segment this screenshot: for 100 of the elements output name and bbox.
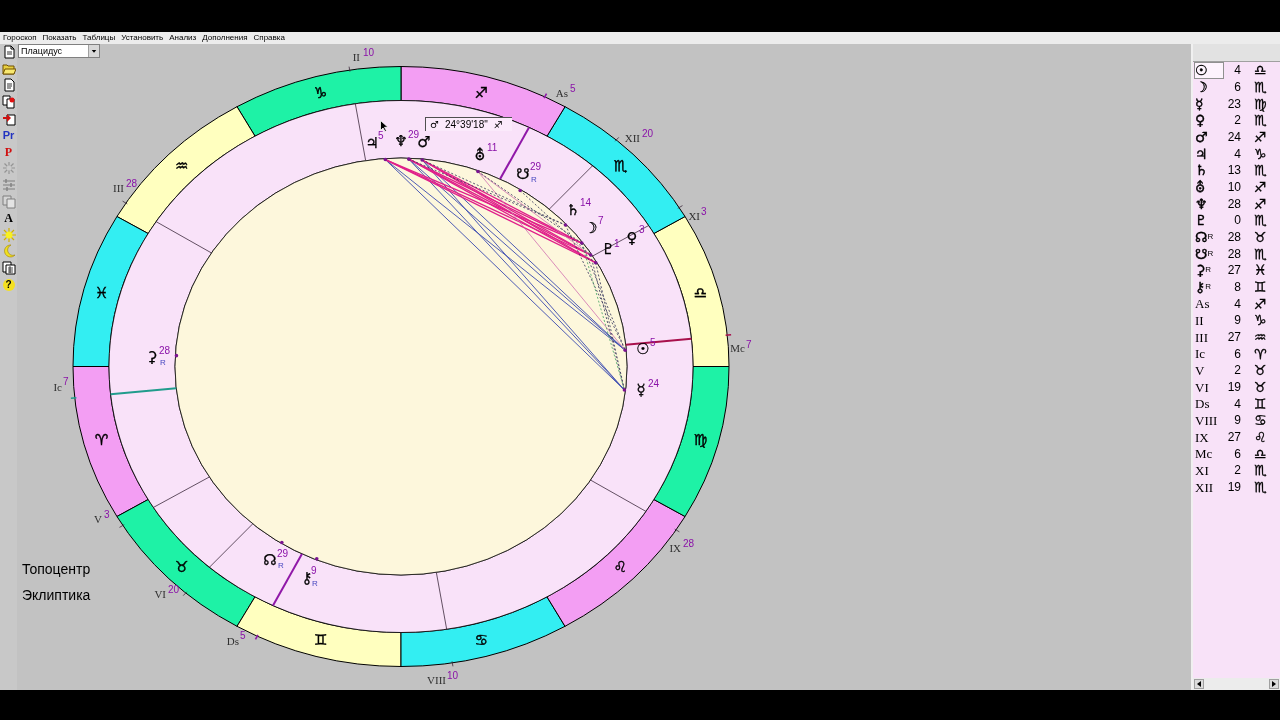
cusp-label: XI	[688, 210, 700, 222]
menu-item[interactable]: Дополнения	[202, 33, 248, 43]
caret-right-icon	[1272, 681, 1276, 687]
sign-symbol: ♏	[1254, 463, 1267, 478]
point-symbol: ☿	[1195, 96, 1204, 111]
planet-dot	[174, 353, 179, 358]
planet-symbol: ☊	[263, 551, 277, 569]
cusp-degree: 7	[63, 376, 69, 387]
sign-symbol: ♋	[1254, 413, 1267, 428]
zodiac-sign-symbol: ♑	[314, 84, 328, 103]
sign-symbol: ♉	[1254, 363, 1267, 378]
toolbar-button[interactable]	[0, 259, 17, 277]
point-cell[interactable]: XII	[1194, 478, 1224, 496]
point-cell[interactable]: Ds	[1194, 395, 1224, 413]
point-cell[interactable]: Mc	[1194, 445, 1224, 463]
sign-symbol: ♒	[1254, 330, 1267, 345]
point-symbol: ♀	[1195, 113, 1206, 128]
cusp-degree: 20	[642, 128, 654, 139]
cusp-label: IX	[669, 542, 681, 554]
point-cell[interactable]: ♄	[1194, 162, 1224, 179]
sign-symbol: ♑	[1254, 313, 1267, 328]
cusp-degree: 5	[570, 83, 576, 94]
planet-dot	[588, 253, 593, 257]
planet-dot	[383, 157, 388, 162]
point-symbol: VIII	[1195, 413, 1218, 427]
sign-symbol: ♏	[1254, 163, 1267, 178]
retrograde-mark: R	[531, 175, 537, 184]
point-cell[interactable]: ♃	[1194, 145, 1224, 163]
planet-dot	[420, 158, 424, 162]
point-cell[interactable]: VI	[1194, 378, 1224, 396]
zodiac-sign-symbol: ♓	[94, 284, 109, 303]
toolbar-button[interactable]: A	[0, 209, 17, 227]
cusp-tick	[122, 200, 128, 205]
planet-symbol: ♂	[430, 118, 439, 131]
point-cell[interactable]: ☿	[1194, 95, 1224, 112]
toolbar-button[interactable]	[0, 93, 17, 111]
point-cell[interactable]: As	[1194, 295, 1224, 313]
cusp-degree: 20	[168, 584, 180, 595]
cusp-degree: 28	[683, 538, 695, 549]
point-symbol: ⛢	[1195, 180, 1206, 195]
zodiac-sign-symbol: ♒	[175, 157, 189, 176]
degree-value: 24	[1226, 131, 1241, 143]
cusp-label: VI	[154, 588, 166, 600]
mouse-pointer-icon	[380, 120, 388, 132]
retrograde-mark: R	[1207, 249, 1214, 258]
house-cusp-line	[354, 103, 367, 161]
cusp-degree: 5	[240, 630, 246, 641]
point-cell[interactable]: II	[1194, 312, 1224, 329]
point-cell[interactable]: Ic	[1194, 345, 1224, 363]
point-cell[interactable]: ♂	[1194, 128, 1224, 146]
point-cell[interactable]: V	[1194, 362, 1224, 379]
sign-symbol: ♎	[1254, 63, 1267, 78]
point-cell[interactable]: ♆	[1194, 195, 1224, 213]
point-cell[interactable]: IX	[1194, 428, 1224, 446]
point-cell[interactable]: ⛢	[1194, 178, 1224, 196]
point-cell[interactable]: XI	[1194, 462, 1224, 479]
position-text: 24°39'18"	[444, 118, 488, 131]
zodiac-sign-symbol: ♏	[613, 157, 627, 176]
toolbar-button[interactable]: Pr	[0, 126, 17, 144]
menu-item[interactable]: Показать	[42, 33, 77, 43]
planet-symbol: ☽	[584, 219, 598, 237]
point-cell[interactable]: ☽	[1194, 78, 1224, 96]
horizontal-scrollbar[interactable]	[1193, 678, 1280, 690]
document-grid-icon	[1, 261, 16, 275]
point-cell[interactable]: ♇	[1194, 212, 1224, 229]
document-arrow-icon	[1, 111, 16, 126]
menu-item[interactable]: Анализ	[169, 33, 197, 43]
sign-symbol: ♏	[1254, 113, 1267, 128]
menu-item[interactable]: Гороскоп	[3, 33, 37, 43]
document-stack-icon	[1, 95, 16, 110]
retrograde-mark: R	[1207, 233, 1214, 242]
sign-symbol: ♈	[1254, 346, 1267, 361]
cusp-degree: 7	[746, 339, 752, 350]
point-symbol: Mc	[1195, 447, 1213, 461]
sign-symbol: ♏	[1254, 80, 1267, 94]
menu-item[interactable]: Установить	[121, 33, 164, 43]
cusp-tick	[70, 396, 78, 400]
scroll-left-button[interactable]	[1194, 679, 1204, 689]
burst-icon	[1, 161, 16, 176]
point-cell[interactable]: VIII	[1194, 412, 1224, 429]
menu-item[interactable]: Таблицы	[82, 33, 116, 43]
menu-item[interactable]: Справка	[253, 33, 285, 43]
zodiac-sign-symbol: ♐	[474, 84, 488, 103]
degree-value: 2	[1233, 114, 1241, 127]
planet-degree: 1	[614, 238, 620, 249]
scroll-right-button[interactable]	[1269, 679, 1279, 689]
point-symbol: XI	[1195, 463, 1209, 477]
point-cell[interactable]: ☉	[1194, 62, 1224, 79]
cusp-tick	[348, 66, 351, 73]
point-symbol: ⚳	[1195, 263, 1206, 278]
point-cell[interactable]: ♀	[1194, 112, 1224, 129]
point-cell[interactable]: III	[1194, 328, 1224, 346]
degree-value: 2	[1233, 364, 1241, 377]
planet-degree: 11	[487, 142, 498, 153]
document-icon	[1, 78, 16, 93]
degree-value: 28	[1226, 231, 1241, 244]
house-system-dropdown[interactable]: Плацидус	[18, 44, 100, 58]
planet-dot	[623, 348, 627, 352]
sign-symbol: ♊	[1254, 280, 1267, 295]
planet-symbol: ☿	[636, 381, 646, 399]
